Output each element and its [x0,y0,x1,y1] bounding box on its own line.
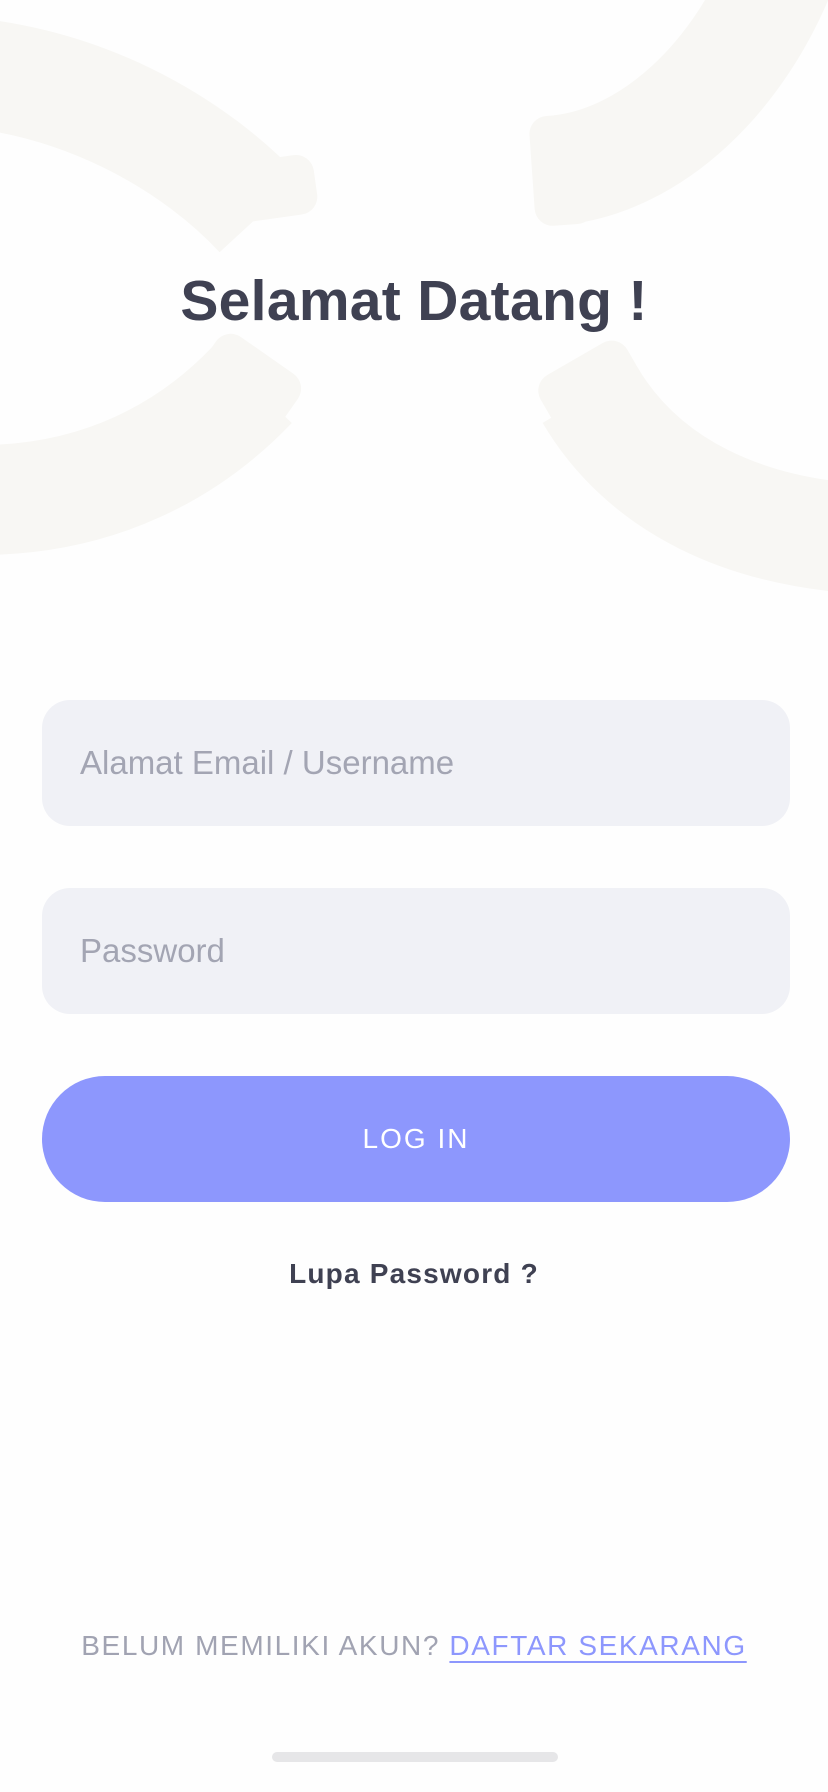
password-field[interactable] [42,888,790,1014]
decor-arc-bottom-right [542,366,828,591]
signup-link[interactable]: DAFTAR SEKARANG [449,1630,746,1661]
login-screen: Selamat Datang ! LOG IN Lupa Password ? … [0,0,828,1792]
login-button[interactable]: LOG IN [42,1076,790,1202]
signup-prompt: BELUM MEMILIKI AKUN? DAFTAR SEKARANG [0,1630,828,1662]
password-input[interactable] [80,932,752,970]
home-indicator[interactable] [272,1752,558,1762]
page-title: Selamat Datang ! [180,269,648,333]
forgot-password-link[interactable]: Lupa Password ? [0,1258,828,1290]
decor-cap-top-right [529,114,595,226]
signup-prompt-text: BELUM MEMILIKI AKUN? [81,1630,441,1661]
decor-arc-top-right [551,0,828,225]
email-input[interactable] [80,744,752,782]
decor-arc-bottom-left [0,346,292,555]
email-field[interactable] [42,700,790,826]
